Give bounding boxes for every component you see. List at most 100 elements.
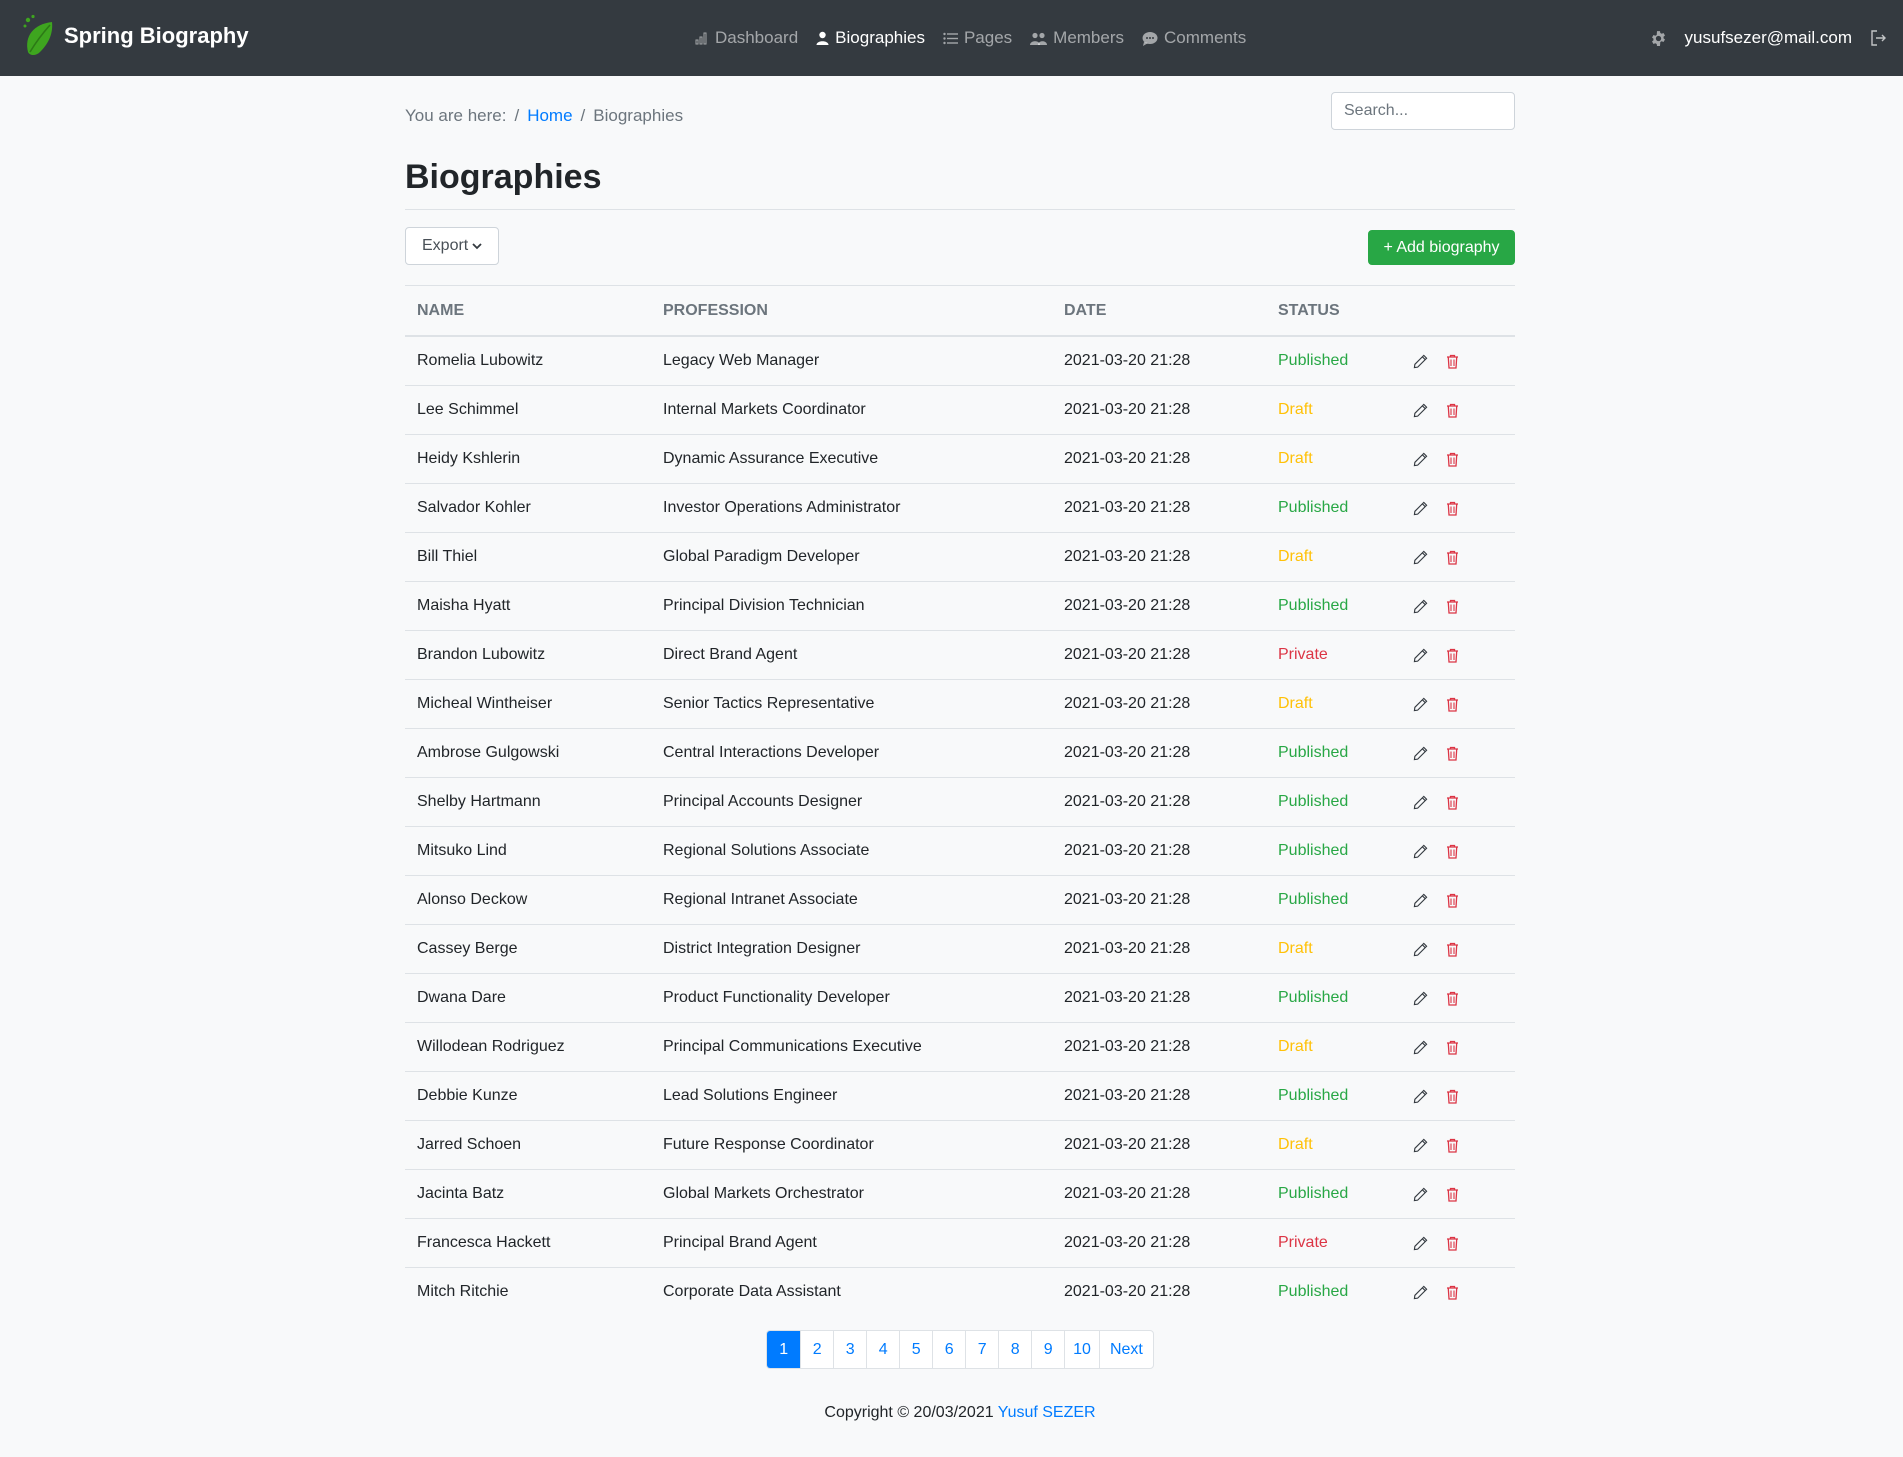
cell-date: 2021-03-20 21:28	[1052, 728, 1266, 778]
trash-icon[interactable]	[1446, 501, 1459, 516]
pencil-icon[interactable]	[1413, 1236, 1428, 1251]
author-link[interactable]: Yusuf SEZER	[998, 1404, 1096, 1421]
page-1-link[interactable]: 1	[767, 1331, 801, 1368]
trash-icon[interactable]	[1446, 1089, 1459, 1104]
pencil-icon[interactable]	[1413, 1285, 1428, 1300]
next-page-link[interactable]: Next	[1098, 1331, 1153, 1368]
breadcrumb-home-link[interactable]: Home	[527, 106, 572, 126]
breadcrumb-separator: /	[514, 106, 520, 125]
pencil-icon[interactable]	[1413, 795, 1428, 810]
pencil-icon[interactable]	[1413, 844, 1428, 859]
page-2-link[interactable]: 2	[800, 1331, 833, 1368]
page-3-link[interactable]: 3	[833, 1331, 866, 1368]
page-4-link[interactable]: 4	[866, 1331, 899, 1368]
trash-icon[interactable]	[1446, 746, 1459, 761]
cell-actions	[1401, 483, 1515, 533]
cell-date: 2021-03-20 21:28	[1052, 1267, 1266, 1316]
gear-icon[interactable]	[1650, 30, 1667, 47]
pencil-icon[interactable]	[1413, 942, 1428, 957]
pencil-icon[interactable]	[1413, 697, 1428, 712]
cell-date: 2021-03-20 21:28	[1052, 532, 1266, 582]
trash-icon[interactable]	[1446, 991, 1459, 1006]
user-email[interactable]: yusufsezer@mail.com	[1685, 28, 1852, 48]
cell-name: Lee Schimmel	[405, 385, 651, 435]
cell-profession: Lead Solutions Engineer	[651, 1071, 1052, 1121]
cell-profession: Global Paradigm Developer	[651, 532, 1052, 582]
brand[interactable]: Spring Biography	[22, 14, 249, 58]
title-divider	[405, 209, 1515, 210]
add-biography-button[interactable]: + Add biography	[1368, 230, 1515, 265]
cell-name: Maisha Hyatt	[405, 581, 651, 631]
pencil-icon[interactable]	[1413, 746, 1428, 761]
trash-icon[interactable]	[1446, 1187, 1459, 1202]
nav-item-pages[interactable]: Pages	[943, 28, 1012, 48]
nav-label: Pages	[963, 28, 1013, 47]
pencil-icon[interactable]	[1413, 1187, 1428, 1202]
trash-icon[interactable]	[1446, 697, 1459, 712]
pencil-icon[interactable]	[1413, 501, 1428, 516]
trash-icon[interactable]	[1446, 1236, 1459, 1251]
trash-icon[interactable]	[1446, 844, 1459, 859]
cell-name: Dwana Dare	[405, 973, 651, 1023]
footer: Copyright © 20/03/2021 Yusuf SEZER	[405, 1404, 1515, 1422]
nav-item-comments[interactable]: Comments	[1142, 28, 1246, 48]
status-badge: Published	[1266, 728, 1401, 778]
trash-icon[interactable]	[1446, 795, 1459, 810]
trash-icon[interactable]	[1446, 1040, 1459, 1055]
nav-item-dashboard[interactable]: Dashboard	[695, 28, 798, 48]
page-5-link[interactable]: 5	[899, 1331, 932, 1368]
pencil-icon[interactable]	[1413, 1089, 1428, 1104]
page-6-link[interactable]: 6	[932, 1331, 965, 1368]
trash-icon[interactable]	[1446, 942, 1459, 957]
table-header-row: NAME PROFESSION DATE STATUS	[405, 285, 1515, 337]
pencil-icon[interactable]	[1413, 1138, 1428, 1153]
column-header-profession[interactable]: PROFESSION	[651, 285, 1052, 337]
pencil-icon[interactable]	[1413, 1040, 1428, 1055]
page-9-link[interactable]: 9	[1031, 1331, 1064, 1368]
table-row: Salvador Kohler Investor Operations Admin…	[405, 483, 1515, 533]
page-10-link[interactable]: 10	[1064, 1331, 1099, 1368]
cell-name: Romelia Lubowitz	[417, 352, 544, 369]
pencil-icon[interactable]	[1413, 354, 1428, 369]
list-icon	[943, 32, 958, 45]
pencil-icon[interactable]	[1413, 991, 1428, 1006]
trash-icon[interactable]	[1446, 648, 1459, 663]
table-row: Romelia Lubowitz Legacy Web Manager 2021-0…	[405, 336, 1515, 386]
table-row: Debbie Kunze Lead Solutions Engineer 2021-…	[405, 1071, 1515, 1121]
trash-icon[interactable]	[1446, 452, 1459, 467]
column-header-name[interactable]: NAME	[405, 285, 651, 337]
pencil-icon[interactable]	[1413, 452, 1428, 467]
page-8-link[interactable]: 8	[998, 1331, 1031, 1368]
status-badge: Private	[1266, 1218, 1401, 1268]
status-badge: Published	[1266, 777, 1401, 827]
nav-item-members[interactable]: Members	[1030, 28, 1124, 48]
pencil-icon[interactable]	[1413, 599, 1428, 614]
cell-actions	[1401, 728, 1515, 778]
pencil-icon[interactable]	[1413, 403, 1428, 418]
column-header-date[interactable]: DATE	[1052, 285, 1266, 337]
cell-date: 2021-03-20 21:28	[1052, 1218, 1266, 1268]
trash-icon[interactable]	[1446, 403, 1459, 418]
column-header-status[interactable]: STATUS	[1266, 285, 1401, 337]
toolbar: Export + Add biography	[405, 227, 1515, 267]
logout-icon[interactable]	[1870, 30, 1887, 46]
trash-icon[interactable]	[1446, 893, 1459, 908]
export-select[interactable]: Export	[405, 227, 499, 265]
cell-profession: Principal Accounts Designer	[651, 777, 1052, 827]
pencil-icon[interactable]	[1413, 893, 1428, 908]
pencil-icon[interactable]	[1413, 550, 1428, 565]
trash-icon[interactable]	[1446, 354, 1459, 369]
trash-icon[interactable]	[1446, 550, 1459, 565]
trash-icon[interactable]	[1446, 1138, 1459, 1153]
person-icon	[816, 31, 829, 45]
pencil-icon[interactable]	[1413, 648, 1428, 663]
cell-date: 2021-03-20 21:28	[1052, 1120, 1266, 1170]
trash-icon[interactable]	[1446, 1285, 1459, 1300]
page-7-link[interactable]: 7	[965, 1331, 998, 1368]
cell-profession: Direct Brand Agent	[651, 630, 1052, 680]
trash-icon[interactable]	[1446, 599, 1459, 614]
search-input[interactable]	[1331, 92, 1515, 130]
user-menu: yusufsezer@mail.com	[1650, 0, 1887, 76]
status-badge: Published	[1278, 352, 1349, 369]
nav-item-biographies[interactable]: Biographies	[816, 28, 925, 48]
